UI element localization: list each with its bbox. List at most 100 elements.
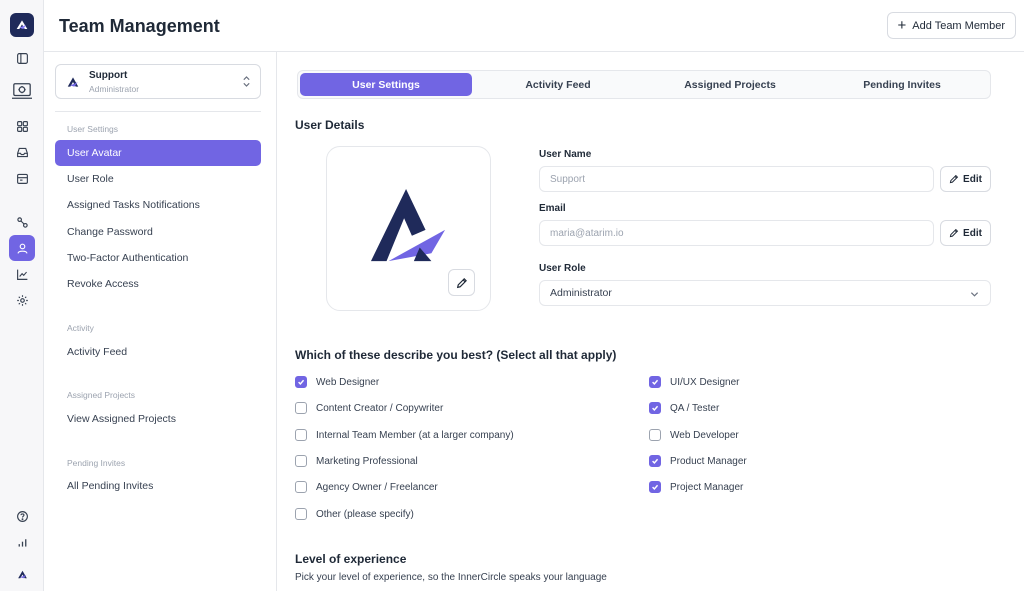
user-icon[interactable] <box>9 235 35 261</box>
sidebar-toggle-icon[interactable] <box>9 45 35 71</box>
checkbox-box[interactable] <box>295 455 307 467</box>
main-content: User Settings Activity Feed Assigned Pro… <box>278 52 1024 591</box>
checkbox-project-manager[interactable]: Project Manager <box>649 479 743 495</box>
page-title: Team Management <box>59 16 220 36</box>
account-name: Support <box>89 70 128 81</box>
section-label-activity: Activity <box>67 323 94 333</box>
checkbox-box[interactable] <box>295 481 307 493</box>
checkbox-box[interactable] <box>295 429 307 441</box>
checkbox-label: Web Developer <box>670 429 739 441</box>
checkbox-product-manager[interactable]: Product Manager <box>649 453 747 469</box>
describe-heading: Which of these describe you best? (Selec… <box>295 348 617 362</box>
edit-avatar-button[interactable] <box>448 269 475 296</box>
tab-assigned-projects[interactable]: Assigned Projects <box>644 73 816 96</box>
avatar-card <box>326 146 491 311</box>
checkmark-icon <box>652 458 659 464</box>
user-role-select[interactable]: Administrator <box>539 280 991 306</box>
checkbox-box[interactable] <box>295 376 307 388</box>
checkbox-box[interactable] <box>649 376 661 388</box>
sidebar-item-assigned-tasks-notifications[interactable]: Assigned Tasks Notifications <box>55 192 261 218</box>
checkbox-label: Product Manager <box>670 455 747 467</box>
checkbox-label: UI/UX Designer <box>670 376 740 388</box>
pencil-icon <box>456 277 467 288</box>
tab-bar: User Settings Activity Feed Assigned Pro… <box>297 70 991 99</box>
edit-email-button[interactable]: Edit <box>940 220 991 246</box>
stats-icon[interactable] <box>9 529 35 555</box>
app-logo-icon[interactable] <box>10 13 34 37</box>
tab-activity-feed[interactable]: Activity Feed <box>472 73 644 96</box>
checkbox-label: QA / Tester <box>670 402 720 414</box>
user-role-value: Administrator <box>550 287 612 299</box>
calendar-icon[interactable] <box>9 165 35 191</box>
tab-user-settings[interactable]: User Settings <box>300 73 472 96</box>
user-avatar-logo-icon <box>370 188 446 262</box>
account-logo-icon <box>67 77 79 87</box>
brand-logo-icon <box>9 561 35 587</box>
checkbox-box[interactable] <box>649 481 661 493</box>
sidebar-item-all-pending-invites[interactable]: All Pending Invites <box>55 473 261 499</box>
chevron-updown-icon <box>243 76 250 87</box>
checkbox-internal-team-member[interactable]: Internal Team Member (at a larger compan… <box>295 427 514 443</box>
checkbox-ui-ux-designer[interactable]: UI/UX Designer <box>649 374 739 390</box>
checkbox-box[interactable] <box>649 429 661 441</box>
chart-icon[interactable] <box>9 261 35 287</box>
user-role-label: User Role <box>539 263 586 274</box>
account-switcher[interactable]: Support Administrator <box>55 64 261 99</box>
add-team-member-button[interactable]: + Add Team Member <box>886 12 1016 39</box>
device-icon[interactable] <box>9 79 35 103</box>
settings-sidebar: Support Administrator User Settings User… <box>44 52 277 591</box>
checkbox-web-developer[interactable]: Web Developer <box>649 427 739 443</box>
checkmark-icon <box>652 379 659 385</box>
checkbox-label: Content Creator / Copywriter <box>316 402 444 414</box>
checkbox-box[interactable] <box>295 508 307 520</box>
checkbox-box[interactable] <box>649 402 661 414</box>
pencil-icon <box>949 174 959 184</box>
icon-rail <box>0 0 44 591</box>
section-label-user-settings: User Settings <box>67 124 119 134</box>
checkbox-content-creator[interactable]: Content Creator / Copywriter <box>295 400 443 416</box>
experience-subtitle: Pick your level of experience, so the In… <box>295 572 607 583</box>
section-label-assigned-projects: Assigned Projects <box>67 390 136 400</box>
edit-username-label: Edit <box>963 173 982 185</box>
edit-email-label: Edit <box>963 227 982 239</box>
checkbox-label: Project Manager <box>670 481 744 493</box>
add-team-member-label: Add Team Member <box>912 19 1005 32</box>
checkbox-label: Marketing Professional <box>316 455 418 467</box>
tab-pending-invites[interactable]: Pending Invites <box>816 73 988 96</box>
checkbox-label: Agency Owner / Freelancer <box>316 481 438 493</box>
username-label: User Name <box>539 149 592 160</box>
inbox-icon[interactable] <box>9 139 35 165</box>
sidebar-item-view-assigned-projects[interactable]: View Assigned Projects <box>55 406 261 432</box>
edit-username-button[interactable]: Edit <box>940 166 991 192</box>
checkbox-box[interactable] <box>295 402 307 414</box>
checkmark-icon <box>652 484 659 490</box>
username-input[interactable] <box>539 166 934 192</box>
checkbox-box[interactable] <box>649 455 661 467</box>
checkbox-marketing-professional[interactable]: Marketing Professional <box>295 453 418 469</box>
account-role: Administrator <box>89 84 140 94</box>
sidebar-item-user-avatar[interactable]: User Avatar <box>55 140 261 166</box>
sidebar-item-user-role[interactable]: User Role <box>55 166 261 192</box>
sidebar-item-revoke-access[interactable]: Revoke Access <box>55 271 261 297</box>
checkbox-qa-tester[interactable]: QA / Tester <box>649 400 719 416</box>
email-label: Email <box>539 203 566 214</box>
settings-icon[interactable] <box>9 287 35 313</box>
email-input[interactable] <box>539 220 934 246</box>
user-details-heading: User Details <box>295 118 365 132</box>
sidebar-item-two-factor-authentication[interactable]: Two-Factor Authentication <box>55 245 261 271</box>
connections-icon[interactable] <box>9 209 35 235</box>
help-icon[interactable] <box>9 503 35 529</box>
checkbox-web-designer[interactable]: Web Designer <box>295 374 379 390</box>
section-label-pending-invites: Pending Invites <box>67 458 126 468</box>
chevron-down-icon <box>970 292 979 297</box>
experience-heading: Level of experience <box>295 552 407 566</box>
sidebar-item-change-password[interactable]: Change Password <box>55 219 261 245</box>
checkbox-other[interactable]: Other (please specify) <box>295 506 414 522</box>
checkbox-label: Web Designer <box>316 376 380 388</box>
grid-icon[interactable] <box>9 113 35 139</box>
page-header: Team Management + Add Team Member <box>44 0 1024 52</box>
checkbox-label: Internal Team Member (at a larger compan… <box>316 429 514 441</box>
checkbox-agency-owner[interactable]: Agency Owner / Freelancer <box>295 479 438 495</box>
pencil-icon <box>949 228 959 238</box>
sidebar-item-activity-feed[interactable]: Activity Feed <box>55 339 261 365</box>
